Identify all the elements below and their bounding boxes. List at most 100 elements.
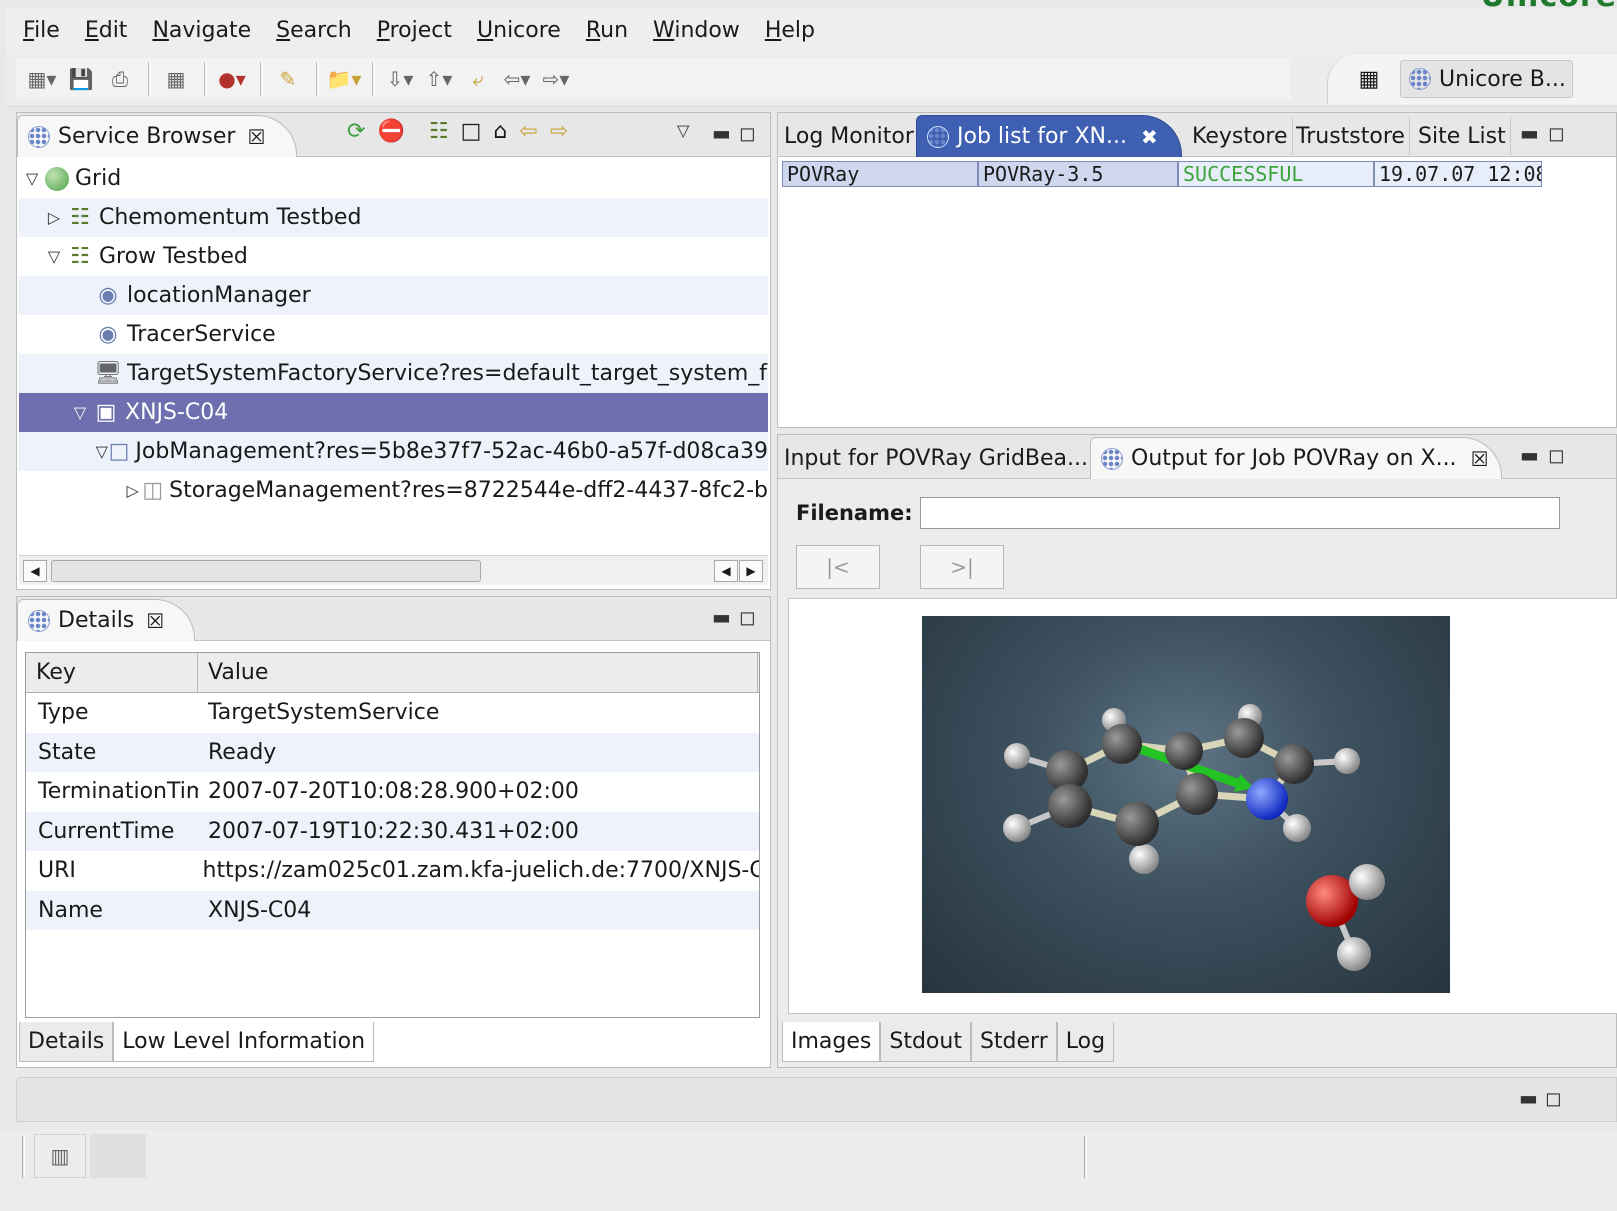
home-icon[interactable]: ⌂ (493, 119, 507, 144)
last-image-button[interactable]: >| (920, 545, 1004, 589)
pin-icon[interactable]: ✎ (270, 62, 306, 96)
collapsed-icon[interactable]: ▷ (123, 481, 142, 500)
new-icon[interactable]: ▦▾ (24, 62, 60, 96)
tab-input-povray[interactable]: Input for POVRay GridBea... (780, 439, 1094, 477)
tab-low-level-information[interactable]: Low Level Information (113, 1022, 375, 1062)
tab-service-browser[interactable]: Service Browser ☒ (17, 115, 297, 157)
view-menu-icon[interactable]: ▽ (677, 121, 699, 140)
expanded-icon[interactable]: ▽ (67, 403, 93, 422)
expanded-icon[interactable]: ▽ (41, 247, 67, 266)
minimize-icon[interactable]: ▬ (1520, 443, 1549, 467)
tab-output-job[interactable]: Output for Job POVRay on X... ☒ (1090, 437, 1502, 479)
fast-view-icon[interactable]: ▥ (34, 1134, 86, 1178)
hierarchy-icon[interactable]: ☷ (429, 119, 449, 144)
tab-keystore[interactable]: Keystore (1188, 117, 1293, 155)
maximize-icon[interactable]: ◻ (1548, 443, 1575, 467)
maximize-icon[interactable]: ◻ (1545, 1086, 1572, 1110)
service-icon: ◉ (98, 283, 118, 308)
stop-icon[interactable]: ⛔ (377, 119, 404, 144)
minimize-icon[interactable]: ▬ (1519, 1086, 1548, 1110)
table-row[interactable]: State Ready (26, 732, 759, 772)
add-bookmark-icon[interactable]: □ (461, 119, 482, 144)
table-row[interactable]: Type TargetSystemService (26, 693, 759, 733)
table-row[interactable]: TerminationTim 2007-07-20T10:08:28.900+02… (26, 772, 759, 812)
last-edit-icon[interactable]: ⤶ (460, 62, 496, 96)
tab-log[interactable]: Log (1056, 1022, 1115, 1062)
job-row[interactable]: POVRay POVRay-3.5 SUCCESSFUL 19.07.07 12… (782, 161, 1542, 187)
tree-item-tsf[interactable]: 🖥 TargetSystemFactoryService?res=default… (19, 354, 768, 393)
minimize-icon[interactable]: ▬ (1520, 121, 1549, 145)
open-folder-icon[interactable]: 📁▾ (326, 62, 362, 96)
tree-item-tracer[interactable]: ◉ TracerService (19, 315, 768, 354)
scroll-left-icon[interactable]: ◀ (23, 560, 47, 582)
first-image-button[interactable]: |< (796, 545, 880, 589)
minimize-icon[interactable]: ▬ (712, 605, 741, 629)
scroll-right-left-icon[interactable]: ◀ (714, 560, 738, 582)
row-key: TerminationTim (38, 779, 198, 805)
tab-job-list[interactable]: Job list for XN... ✖ (916, 115, 1182, 157)
run-icon[interactable]: ●▾ (214, 62, 250, 96)
maximize-icon[interactable]: ◻ (1548, 121, 1575, 145)
column-value[interactable]: Value (198, 653, 758, 692)
menu-run[interactable]: Run (586, 18, 628, 43)
tab-site-list[interactable]: Site List (1414, 117, 1511, 155)
menu-search[interactable]: Search (276, 18, 352, 43)
filename-field[interactable] (920, 497, 1560, 529)
tree-item-storage[interactable]: ▷ ◫ StorageManagement?res=8722544e-dff2-… (19, 471, 768, 510)
scroll-right-icon[interactable]: ▶ (739, 560, 763, 582)
forward-icon[interactable]: ⇨ (550, 119, 568, 144)
row-value: TargetSystemService (208, 700, 440, 726)
menu-help[interactable]: Help (765, 18, 815, 43)
tree-item-grid[interactable]: ▽ Grid (19, 159, 768, 198)
horizontal-scrollbar[interactable]: ◀ ◀ ▶ (19, 555, 768, 585)
menu-edit[interactable]: Edit (85, 18, 128, 43)
molecule-graphic (1003, 704, 1385, 971)
table-row[interactable]: URI https://zam025c01.zam.kfa-juelich.de:… (26, 851, 759, 891)
table-row[interactable]: Name XNJS-C04 (26, 890, 759, 930)
tab-log-monitor[interactable]: Log Monitor (780, 117, 919, 155)
grid-icon (26, 608, 52, 634)
menu-file[interactable]: File (23, 18, 60, 43)
properties-icon[interactable]: ▦ (158, 62, 194, 96)
tab-images[interactable]: Images (782, 1022, 881, 1062)
scroll-thumb[interactable] (51, 560, 481, 582)
collapsed-icon[interactable]: ▷ (41, 208, 67, 227)
tab-details[interactable]: Details ☒ (17, 599, 195, 641)
menu-navigate[interactable]: Navigate (152, 18, 251, 43)
tree-item-job-management[interactable]: ▽ □ JobManagement?res=5b8e37f7-52ac-46b0… (19, 432, 768, 471)
close-icon[interactable]: ☒ (146, 609, 164, 633)
maximize-icon[interactable]: ◻ (739, 605, 766, 629)
minimize-icon[interactable]: ▬ (712, 121, 741, 145)
back-icon[interactable]: ⇦▾ (499, 62, 535, 96)
tab-details-inner[interactable]: Details (19, 1022, 114, 1062)
tree-item-xnjs[interactable]: ▽ ▣ XNJS-C04 (19, 393, 768, 432)
menu-unicore[interactable]: Unicore (477, 18, 561, 43)
print-icon[interactable]: ⎙ (102, 62, 138, 96)
tree-item-chemomentum[interactable]: ▷ ☷ Chemomentum Testbed (19, 198, 768, 237)
next-annotation-icon[interactable]: ⇩▾ (382, 62, 418, 96)
back-icon[interactable]: ⇦ (519, 119, 537, 144)
menu-project[interactable]: Project (377, 18, 452, 43)
tree-item-location-manager[interactable]: ◉ locationManager (19, 276, 768, 315)
perspective-unicore-button[interactable]: Unicore B... (1400, 60, 1573, 98)
column-key[interactable]: Key (26, 653, 198, 692)
close-icon[interactable]: ☒ (1471, 447, 1489, 471)
table-row[interactable]: CurrentTime 2007-07-19T10:22:30.431+02:00 (26, 811, 759, 851)
forward-icon[interactable]: ⇨▾ (538, 62, 574, 96)
close-icon[interactable]: ☒ (247, 125, 265, 149)
tab-stdout[interactable]: Stdout (880, 1022, 971, 1062)
expanded-icon[interactable]: ▽ (19, 169, 45, 188)
save-icon[interactable]: 💾 (63, 62, 99, 96)
row-value: 2007-07-19T10:22:30.431+02:00 (208, 818, 579, 844)
menu-window[interactable]: Window (653, 18, 740, 43)
tab-stderr[interactable]: Stderr (970, 1022, 1057, 1062)
prev-annotation-icon[interactable]: ⇧▾ (421, 62, 457, 96)
tab-truststore[interactable]: Truststore (1292, 117, 1410, 155)
expanded-icon[interactable]: ▽ (95, 442, 109, 461)
close-icon[interactable]: ✖ (1141, 125, 1158, 149)
open-perspective-icon[interactable]: ▦ (1356, 66, 1382, 92)
refresh-icon[interactable]: ⟳ (347, 119, 365, 144)
tree-item-grow[interactable]: ▽ ☷ Grow Testbed (19, 237, 768, 276)
job-time: 19.07.07 12:08 (1374, 161, 1542, 187)
maximize-icon[interactable]: ◻ (739, 121, 766, 145)
